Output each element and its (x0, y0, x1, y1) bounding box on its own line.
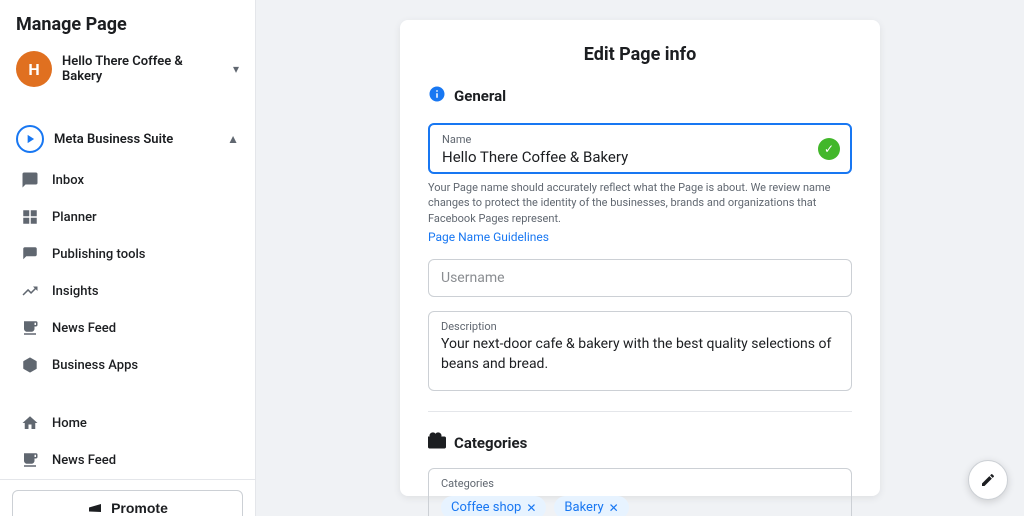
name-value: Hello There Coffee & Bakery (442, 148, 628, 166)
categories-tags: Coffee shop ✕ Bakery ✕ (441, 496, 839, 516)
suite-label: Meta Business Suite (54, 132, 173, 147)
categories-field-wrapper: Categories Coffee shop ✕ Bakery ✕ (428, 468, 852, 516)
sidebar-item-home[interactable]: Home (8, 405, 247, 441)
suite-section: Meta Business Suite ▲ Inbox Planner Publ… (0, 117, 255, 384)
edit-card: Edit Page info General Name Hello There … (400, 20, 880, 496)
floating-edit-button[interactable] (968, 460, 1008, 500)
username-field[interactable]: Username (428, 259, 852, 297)
sidebar: Manage Page H Hello There Coffee & Baker… (0, 0, 256, 516)
business-apps-label: Business Apps (52, 358, 138, 373)
name-field-group: Name Hello There Coffee & Bakery ✓ Your … (428, 123, 852, 245)
name-check-icon: ✓ (818, 138, 840, 160)
name-field-wrapper[interactable]: Name Hello There Coffee & Bakery ✓ (428, 123, 852, 174)
username-placeholder: Username (441, 270, 505, 286)
description-value: Your next-door cafe & bakery with the be… (441, 336, 831, 372)
sidebar-item-news-feed[interactable]: News Feed (8, 310, 247, 346)
inbox-label: Inbox (52, 173, 84, 188)
sidebar-item-insights[interactable]: Insights (8, 273, 247, 309)
name-guidelines-link[interactable]: Page Name Guidelines (428, 230, 549, 244)
suite-header[interactable]: Meta Business Suite ▲ (8, 117, 247, 161)
sidebar-item-inbox[interactable]: Inbox (8, 162, 247, 198)
description-field-wrapper[interactable]: Description Your next-door cafe & bakery… (428, 311, 852, 391)
planner-label: Planner (52, 210, 97, 225)
description-label: Description (441, 320, 839, 333)
promote-button[interactable]: Promote (12, 490, 243, 516)
name-hint: Your Page name should accurately reflect… (428, 180, 852, 226)
home-icon (20, 413, 40, 433)
bakery-remove-icon[interactable]: ✕ (609, 501, 619, 515)
categories-section-heading: Categories (428, 432, 852, 454)
username-field-group: Username (428, 259, 852, 297)
bakery-label: Bakery (564, 500, 603, 515)
main-content: Edit Page info General Name Hello There … (256, 0, 1024, 516)
sidebar-item-news-feed-2[interactable]: News Feed (8, 442, 247, 478)
sidebar-item-publishing-tools[interactable]: Publishing tools (8, 236, 247, 272)
page-identity[interactable]: H Hello There Coffee & Bakery ▾ (16, 47, 239, 91)
categories-field-label: Categories (441, 477, 839, 490)
suite-header-left: Meta Business Suite (16, 125, 173, 153)
sidebar-title: Manage Page (16, 14, 239, 35)
edit-card-title: Edit Page info (428, 44, 852, 65)
sidebar-bottom-section: Home News Feed (0, 404, 255, 479)
chart-icon (20, 281, 40, 301)
sidebar-item-business-apps[interactable]: Business Apps (8, 347, 247, 383)
coffee-shop-label: Coffee shop (451, 500, 521, 515)
categories-label: Categories (454, 434, 527, 452)
sidebar-item-planner[interactable]: Planner (8, 199, 247, 235)
page-avatar: H (16, 51, 52, 87)
general-section-heading: General (428, 85, 852, 107)
pencil-icon (980, 472, 996, 488)
news-feed-label: News Feed (52, 321, 116, 336)
coffee-shop-remove-icon[interactable]: ✕ (526, 501, 536, 515)
box-icon (20, 355, 40, 375)
categories-icon (428, 432, 446, 454)
category-tag-coffee-shop[interactable]: Coffee shop ✕ (441, 496, 546, 516)
category-tag-bakery[interactable]: Bakery ✕ (554, 496, 628, 516)
meta-suite-icon (16, 125, 44, 153)
general-label: General (454, 87, 506, 105)
publishing-tools-label: Publishing tools (52, 247, 145, 262)
info-icon (428, 85, 446, 107)
sidebar-header: Manage Page H Hello There Coffee & Baker… (0, 0, 255, 101)
publish-icon (20, 244, 40, 264)
page-name: Hello There Coffee & Bakery (62, 54, 223, 84)
name-label: Name (442, 133, 838, 146)
collapse-icon: ▲ (227, 132, 239, 146)
section-divider (428, 411, 852, 412)
home-label: Home (52, 416, 87, 431)
chat-icon (20, 170, 40, 190)
news-icon (20, 318, 40, 338)
chevron-down-icon: ▾ (233, 62, 239, 76)
description-field-group: Description Your next-door cafe & bakery… (428, 311, 852, 391)
news2-icon (20, 450, 40, 470)
insights-label: Insights (52, 284, 99, 299)
news-feed-2-label: News Feed (52, 453, 116, 468)
grid-icon (20, 207, 40, 227)
promote-label: Promote (111, 500, 168, 516)
promote-btn-container: Promote (0, 479, 255, 516)
promote-icon (87, 500, 103, 516)
